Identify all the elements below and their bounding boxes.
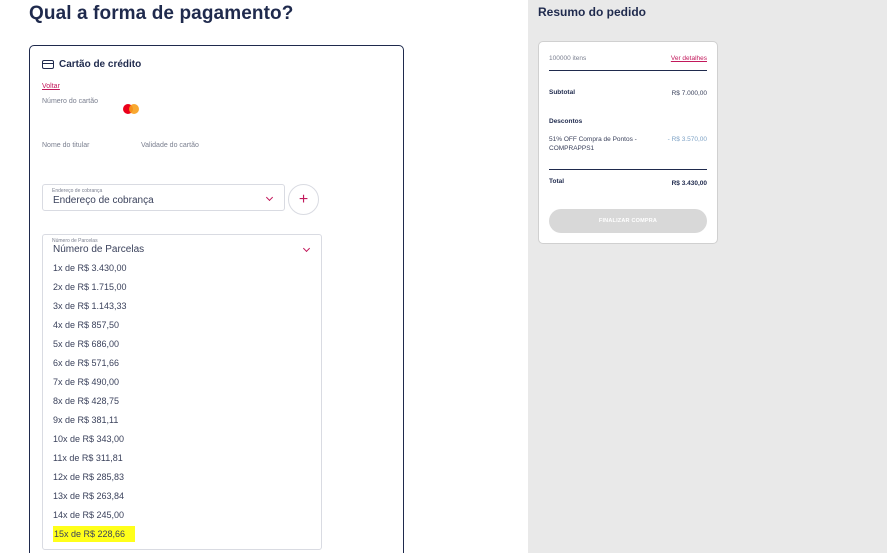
expiry-label[interactable]: Validade do cartão: [141, 142, 199, 149]
plus-icon: +: [298, 190, 309, 208]
order-summary-card: 100000 itens Ver detalhes Subtotal R$ 7.…: [538, 41, 718, 244]
divider: [549, 169, 707, 170]
add-address-button[interactable]: +: [288, 184, 319, 215]
back-link[interactable]: Voltar: [42, 83, 60, 90]
installment-option[interactable]: 12x de R$ 285,83: [43, 468, 321, 487]
discount-description-line1: 51% OFF Compra de Pontos -: [549, 136, 637, 143]
billing-address-select[interactable]: Endereço de cobrança Endereço de cobranç…: [42, 184, 285, 211]
billing-address-float-label: Endereço de cobrança: [52, 188, 103, 194]
divider: [549, 70, 707, 71]
installment-option[interactable]: 8x de R$ 428,75: [43, 392, 321, 411]
discount-value: - R$ 3.570,00: [667, 136, 707, 143]
card-form-title: Cartão de crédito: [59, 59, 142, 70]
installment-option[interactable]: 10x de R$ 343,00: [43, 430, 321, 449]
order-summary-title: Resumo do pedido: [538, 5, 646, 19]
subtotal-label: Subtotal: [549, 89, 575, 96]
installment-option[interactable]: 14x de R$ 245,00: [43, 506, 321, 525]
installment-option[interactable]: 11x de R$ 311,81: [43, 449, 321, 468]
finish-purchase-button[interactable]: FINALIZAR COMPRA: [549, 209, 707, 233]
installment-option[interactable]: 6x de R$ 571,66: [43, 354, 321, 373]
installment-option-highlighted[interactable]: 15x de R$ 228,66: [43, 525, 321, 544]
installment-option[interactable]: 3x de R$ 1.143,33: [43, 297, 321, 316]
installment-option[interactable]: 9x de R$ 381,11: [43, 411, 321, 430]
card-number-label[interactable]: Número do cartão: [42, 98, 98, 105]
holder-name-label[interactable]: Nome do titular: [42, 142, 89, 149]
discount-description-line2: COMPRAPPS1: [549, 145, 595, 152]
chevron-down-icon: [265, 193, 274, 202]
credit-card-icon: [42, 60, 54, 69]
card-form-header: Cartão de crédito: [42, 59, 141, 70]
installments-value: Número de Parcelas: [53, 244, 145, 255]
installment-option[interactable]: 2x de R$ 1.715,00: [43, 278, 321, 297]
subtotal-value: R$ 7.000,00: [671, 90, 707, 97]
chevron-down-icon: [302, 244, 311, 253]
installment-option[interactable]: 13x de R$ 263,84: [43, 487, 321, 506]
installment-option[interactable]: 7x de R$ 490,00: [43, 373, 321, 392]
view-details-link[interactable]: Ver detalhes: [671, 55, 707, 62]
installment-option[interactable]: 5x de R$ 686,00: [43, 335, 321, 354]
discounts-label: Descontos: [549, 118, 583, 125]
items-count: 100000 itens: [549, 55, 587, 62]
page-title: Qual a forma de pagamento?: [29, 3, 294, 24]
installment-option[interactable]: 4x de R$ 857,50: [43, 316, 321, 335]
total-value: R$ 3.430,00: [671, 180, 707, 187]
installments-select[interactable]: Número de Parcelas Número de Parcelas 1x…: [42, 234, 322, 550]
billing-address-value: Endereço de cobrança: [53, 195, 154, 206]
installment-option[interactable]: 1x de R$ 3.430,00: [43, 259, 321, 278]
payment-panel: Qual a forma de pagamento? Cartão de cré…: [0, 0, 528, 553]
mastercard-icon: [123, 104, 139, 114]
installments-options-list: 1x de R$ 3.430,00 2x de R$ 1.715,00 3x d…: [43, 259, 321, 544]
total-label: Total: [549, 178, 565, 185]
